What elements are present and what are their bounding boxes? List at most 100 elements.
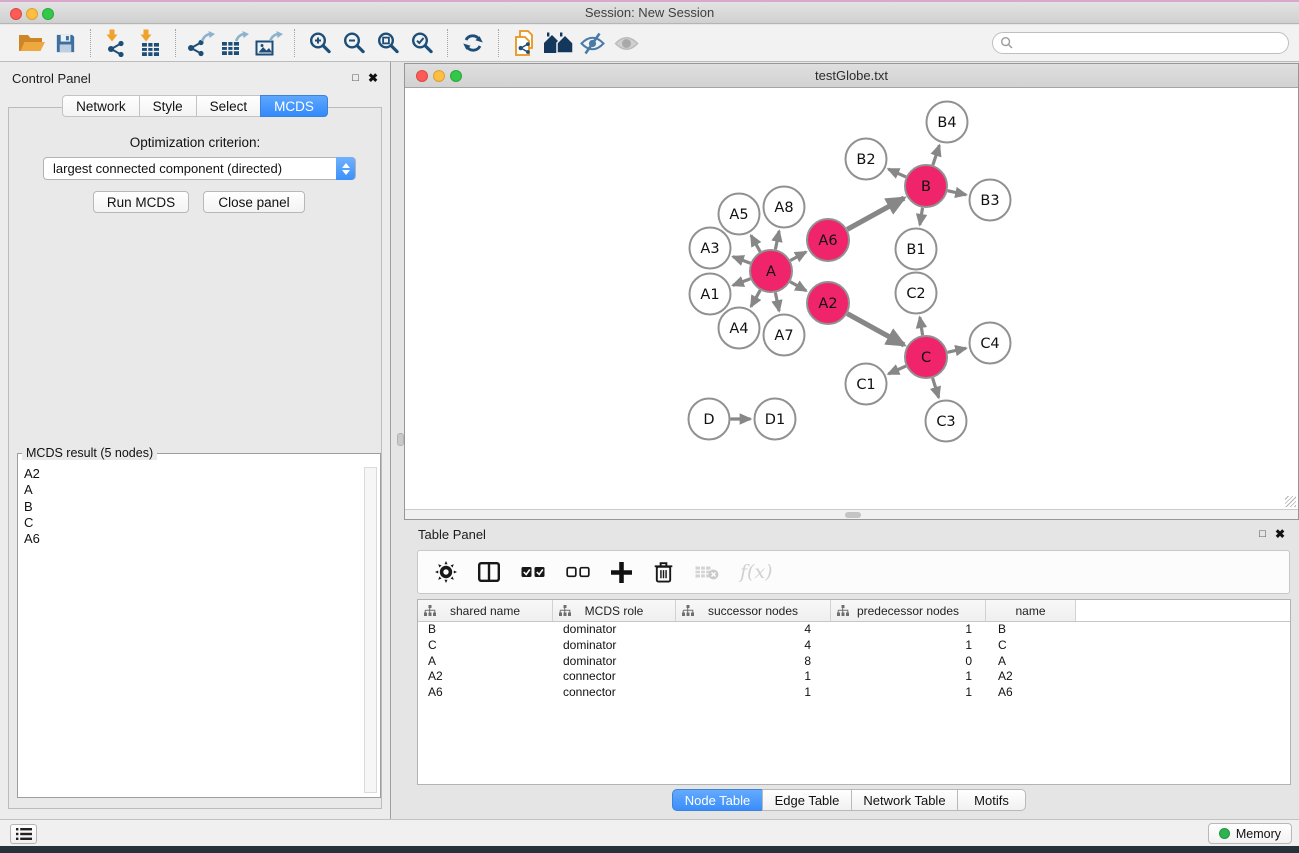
search-input[interactable] — [1014, 34, 1288, 52]
column-header-shared-name[interactable]: shared name — [418, 600, 553, 621]
tab-motifs[interactable]: Motifs — [957, 789, 1026, 811]
table-cell[interactable]: 8 — [676, 654, 831, 670]
node-B[interactable]: B — [905, 165, 947, 207]
scrollbar-thumb[interactable] — [845, 512, 861, 518]
mcds-result-item[interactable]: A6 — [24, 531, 360, 547]
node-A1[interactable]: A1 — [690, 274, 731, 315]
table-cell[interactable]: A2 — [418, 669, 553, 685]
table-close-panel-icon[interactable]: ✖ — [1275, 528, 1285, 540]
node-B1[interactable]: B1 — [896, 229, 937, 270]
tab-edge-table[interactable]: Edge Table — [762, 789, 852, 811]
mcds-result-item[interactable]: B — [24, 499, 360, 515]
zoom-fit-button[interactable] — [371, 27, 405, 59]
network-canvas[interactable]: AA1A2A3A4A5A6A7A8BB1B2B3B4CC1C2C3C4DD1 — [405, 89, 1298, 509]
table-cell[interactable]: B — [418, 622, 553, 638]
node-B2[interactable]: B2 — [846, 139, 887, 180]
table-settings-button[interactable] — [435, 561, 457, 583]
table-cell[interactable]: 1 — [676, 685, 831, 701]
run-mcds-button[interactable]: Run MCDS — [93, 191, 189, 213]
mcds-result-item[interactable]: A2 — [24, 466, 360, 482]
window-resize-grip[interactable] — [1285, 496, 1296, 507]
edge-C-C1[interactable] — [888, 366, 906, 374]
table-cell[interactable]: dominator — [553, 622, 676, 638]
zoom-selected-button[interactable] — [405, 27, 439, 59]
table-float-panel-icon[interactable]: □ — [1259, 529, 1266, 540]
edge-B-B1[interactable] — [920, 208, 923, 225]
table-cell[interactable]: 1 — [831, 638, 986, 654]
node-B4[interactable]: B4 — [927, 102, 968, 143]
zoom-in-button[interactable] — [303, 27, 337, 59]
table-cell[interactable]: 1 — [831, 669, 986, 685]
export-network-button[interactable] — [184, 27, 218, 59]
column-header-successor-nodes[interactable]: successor nodes — [676, 600, 831, 621]
node-C3[interactable]: C3 — [926, 401, 967, 442]
deselect-all-button[interactable] — [566, 564, 590, 580]
tab-node-table[interactable]: Node Table — [672, 789, 763, 811]
table-cell[interactable]: 4 — [676, 622, 831, 638]
table-cell[interactable]: dominator — [553, 638, 676, 654]
edge-A-A7[interactable] — [775, 293, 779, 311]
node-C1[interactable]: C1 — [846, 364, 887, 405]
control-tab-mcds[interactable]: MCDS — [260, 95, 328, 117]
table-cell[interactable]: 1 — [676, 669, 831, 685]
node-D[interactable]: D — [689, 399, 730, 440]
node-A7[interactable]: A7 — [764, 315, 805, 356]
apply-layout-button[interactable] — [456, 27, 490, 59]
edge-A-A1[interactable] — [733, 279, 750, 286]
network-window-titlebar[interactable]: testGlobe.txt — [405, 64, 1298, 88]
node-C2[interactable]: C2 — [896, 273, 937, 314]
table-cell[interactable]: 0 — [831, 654, 986, 670]
table-cell[interactable]: A — [418, 654, 553, 670]
memory-button[interactable]: Memory — [1208, 823, 1292, 844]
node-A6[interactable]: A6 — [807, 219, 849, 261]
control-tab-network[interactable]: Network — [62, 95, 139, 117]
delete-column-button[interactable] — [653, 560, 674, 584]
export-table-button[interactable] — [218, 27, 252, 59]
toggle-panes-button[interactable] — [478, 562, 500, 582]
close-panel-button[interactable]: Close panel — [203, 191, 305, 213]
criterion-dropdown[interactable]: largest connected component (directed) — [43, 157, 356, 180]
edge-A-A3[interactable] — [733, 257, 750, 264]
edge-A2-C[interactable] — [847, 314, 904, 345]
node-B3[interactable]: B3 — [970, 180, 1011, 221]
close-panel-icon[interactable]: ✖ — [368, 72, 378, 84]
open-session-button[interactable] — [14, 27, 48, 59]
node-A[interactable]: A — [750, 250, 792, 292]
node-A2[interactable]: A2 — [807, 282, 849, 324]
table-row[interactable]: Bdominator41B — [418, 622, 1290, 638]
first-neighbors-button[interactable] — [541, 27, 575, 59]
edge-A6-B[interactable] — [847, 198, 904, 229]
node-A3[interactable]: A3 — [690, 228, 731, 269]
show-all-button[interactable] — [609, 27, 643, 59]
import-network-button[interactable] — [99, 27, 133, 59]
edge-B-B3[interactable] — [947, 191, 966, 195]
edge-C-C3[interactable] — [933, 378, 939, 398]
node-A5[interactable]: A5 — [719, 194, 760, 235]
table-cell[interactable]: C — [986, 638, 1076, 654]
select-all-button[interactable] — [521, 564, 545, 580]
table-row[interactable]: Cdominator41C — [418, 638, 1290, 654]
table-cell[interactable]: C — [418, 638, 553, 654]
table-cell[interactable]: A6 — [986, 685, 1076, 701]
edge-A-A2[interactable] — [790, 282, 806, 291]
zoom-out-button[interactable] — [337, 27, 371, 59]
delete-table-button[interactable] — [695, 564, 719, 580]
network-horizontal-scrollbar[interactable] — [405, 509, 1298, 519]
task-history-button[interactable] — [10, 824, 37, 844]
save-session-button[interactable] — [48, 27, 82, 59]
table-cell[interactable]: dominator — [553, 654, 676, 670]
node-C4[interactable]: C4 — [970, 323, 1011, 364]
hide-selected-button[interactable] — [575, 27, 609, 59]
edge-A-A4[interactable] — [751, 290, 760, 306]
search-box[interactable] — [992, 32, 1289, 54]
new-network-from-selection-button[interactable] — [507, 27, 541, 59]
mcds-result-item[interactable]: C — [24, 515, 360, 531]
node-A8[interactable]: A8 — [764, 187, 805, 228]
edge-C-C4[interactable] — [947, 348, 966, 352]
edge-C-C2[interactable] — [920, 317, 923, 335]
add-column-button[interactable] — [611, 562, 632, 583]
edge-B-B4[interactable] — [933, 145, 940, 165]
node-D1[interactable]: D1 — [755, 399, 796, 440]
edge-A-A8[interactable] — [775, 231, 779, 249]
column-header-MCDS-role[interactable]: MCDS role — [553, 600, 676, 621]
